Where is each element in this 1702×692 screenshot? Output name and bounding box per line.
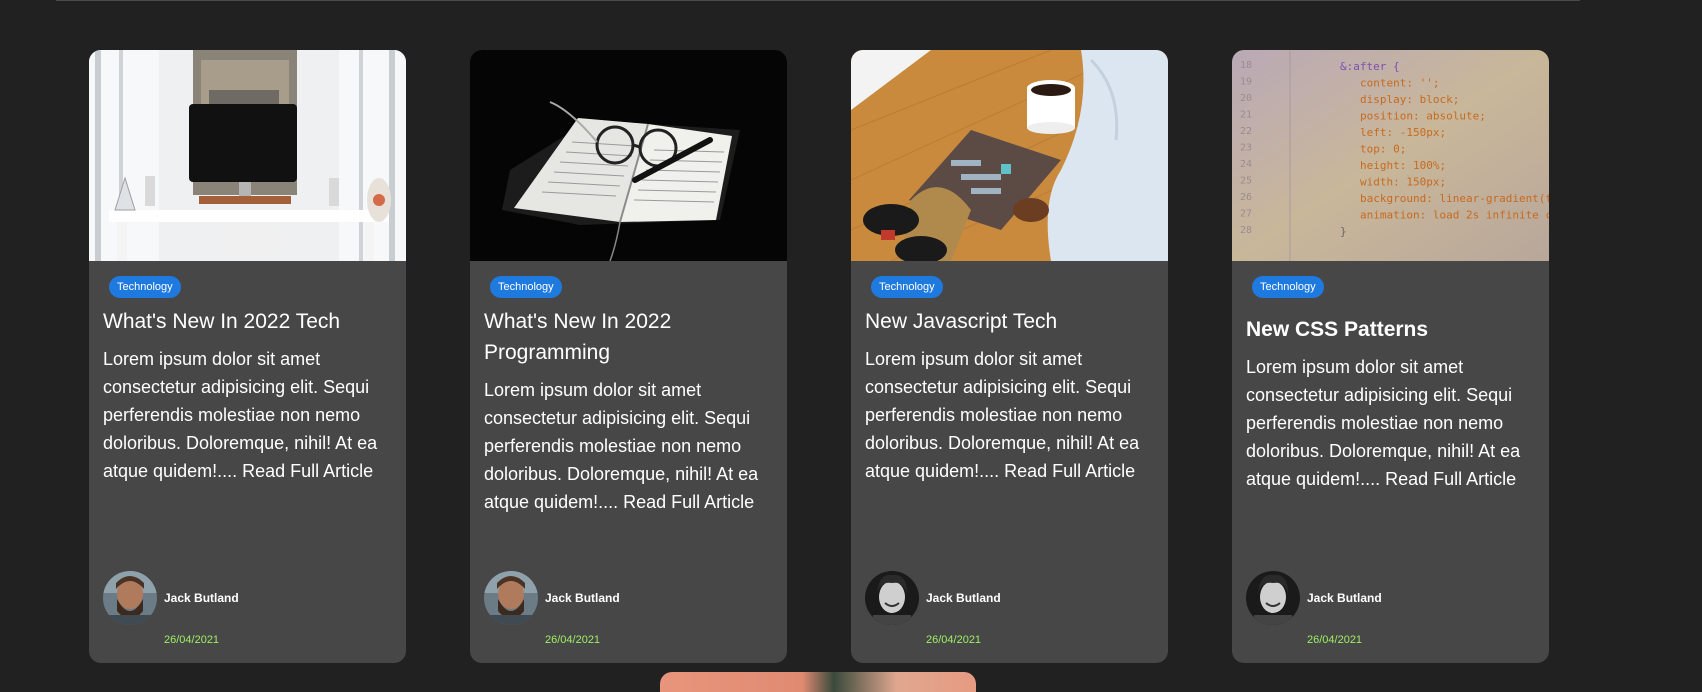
code-line-number: 21 — [1240, 110, 1252, 121]
code-line-number: 24 — [1240, 159, 1252, 170]
article-card[interactable]: Technology What's New In 2022 Tech Lorem… — [89, 50, 406, 663]
code-line: content: ''; — [1360, 77, 1439, 90]
code-line: animation: load 2s infinite cubic — [1360, 209, 1549, 222]
card-body: New Javascript Tech Lorem ipsum dolor si… — [865, 306, 1155, 485]
card-image-css-code[interactable]: 18 19 20 21 22 23 24 25 26 27 28 &:after { content:… — [1232, 50, 1549, 261]
avatar — [865, 571, 919, 625]
post-date: 26/04/2021 — [1307, 634, 1363, 646]
category-tag[interactable]: Technology — [1252, 276, 1324, 298]
code-line-number: 25 — [1240, 176, 1252, 187]
code-line-number: 23 — [1240, 143, 1252, 154]
code-line-number: 28 — [1240, 225, 1252, 236]
card-body: New CSS Patterns Lorem ipsum dolor sit a… — [1246, 314, 1536, 493]
code-line-number: 27 — [1240, 209, 1252, 220]
author-name[interactable]: Jack Butland — [545, 591, 620, 605]
article-card-grid: Technology What's New In 2022 Tech Lorem… — [89, 50, 1549, 663]
card-image-desk-workspace[interactable] — [89, 50, 406, 261]
card-excerpt: Lorem ipsum dolor sit amet consectetur a… — [1246, 357, 1521, 489]
avatar — [103, 571, 157, 625]
author-info: Jack Butland — [103, 571, 239, 625]
card-excerpt: Lorem ipsum dolor sit amet consectetur a… — [103, 349, 378, 481]
code-line-number: 18 — [1240, 60, 1252, 71]
code-line: display: block; — [1360, 93, 1459, 106]
article-card[interactable]: 18 19 20 21 22 23 24 25 26 27 28 &:after { content:… — [1232, 50, 1549, 663]
avatar — [1246, 571, 1300, 625]
card-body: What's New In 2022 Programming Lorem ips… — [484, 306, 774, 516]
author-info: Jack Butland — [484, 571, 620, 625]
code-line: position: absolute; — [1360, 110, 1486, 123]
top-divider — [56, 0, 1580, 1]
code-line-number: 19 — [1240, 77, 1252, 88]
code-line: left: -150px; — [1360, 126, 1446, 139]
card-title[interactable]: New Javascript Tech — [865, 306, 1155, 337]
article-card[interactable]: Technology What's New In 2022 Programmin… — [470, 50, 787, 663]
post-date: 26/04/2021 — [545, 634, 601, 646]
article-card[interactable]: Technology New Javascript Tech Lorem ips… — [851, 50, 1168, 663]
author-name[interactable]: Jack Butland — [164, 591, 239, 605]
card-title[interactable]: New CSS Patterns — [1246, 314, 1536, 345]
author-info: Jack Butland — [865, 571, 1001, 625]
post-date: 26/04/2021 — [926, 634, 982, 646]
code-line: top: 0; — [1360, 143, 1406, 156]
code-line: background: linear-gradient(to ri — [1360, 192, 1549, 205]
author-name[interactable]: Jack Butland — [926, 591, 1001, 605]
code-line: &:after { — [1340, 60, 1400, 73]
avatar — [484, 571, 538, 625]
code-line-number: 26 — [1240, 192, 1252, 203]
card-image-reading-coffee[interactable] — [851, 50, 1168, 261]
category-tag[interactable]: Technology — [490, 276, 562, 298]
code-line: } — [1340, 225, 1347, 238]
code-line-number: 20 — [1240, 93, 1252, 104]
post-date: 26/04/2021 — [164, 634, 220, 646]
card-body: What's New In 2022 Tech Lorem ipsum dolo… — [103, 306, 393, 485]
code-line-number: 22 — [1240, 126, 1252, 137]
author-name[interactable]: Jack Butland — [1307, 591, 1382, 605]
author-info: Jack Butland — [1246, 571, 1382, 625]
card-excerpt: Lorem ipsum dolor sit amet consectetur a… — [865, 349, 1140, 481]
code-line: height: 100%; — [1360, 159, 1446, 172]
card-image-notebook-glasses[interactable] — [470, 50, 787, 261]
category-tag[interactable]: Technology — [871, 276, 943, 298]
card-title[interactable]: What's New In 2022 Tech — [103, 306, 393, 337]
card-excerpt: Lorem ipsum dolor sit amet consectetur a… — [484, 380, 759, 512]
next-row-card-peek[interactable] — [660, 672, 976, 692]
category-tag[interactable]: Technology — [109, 276, 181, 298]
card-title[interactable]: What's New In 2022 Programming — [484, 306, 774, 368]
code-line: width: 150px; — [1360, 176, 1446, 189]
